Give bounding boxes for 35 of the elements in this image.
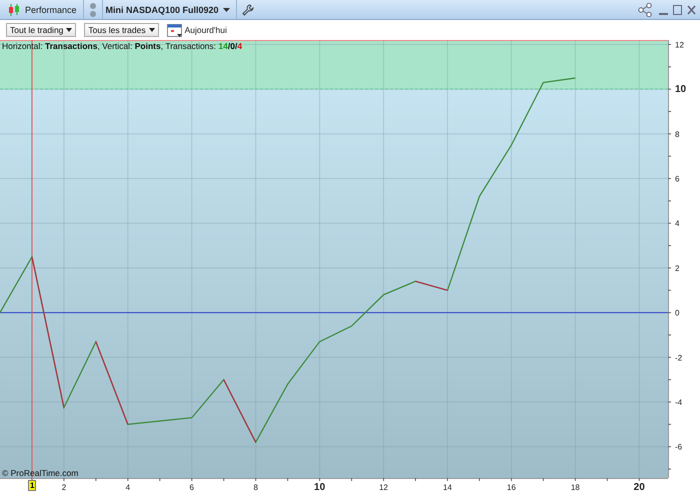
calendar-icon bbox=[166, 22, 183, 38]
title-tab[interactable]: Performance bbox=[4, 0, 84, 19]
filter-dropdown[interactable]: Tout le trading bbox=[6, 23, 76, 37]
instrument-tab[interactable]: Mini NASDAQ100 Full0920 bbox=[102, 0, 237, 19]
x-tick-label: 8 bbox=[253, 483, 258, 492]
y-tick-label: -6 bbox=[675, 442, 682, 452]
y-tick-label: 0 bbox=[675, 308, 680, 318]
today-button[interactable]: Aujourd'hui bbox=[166, 22, 227, 38]
y-tick-label: -4 bbox=[675, 398, 682, 408]
x-tick-label: 6 bbox=[190, 483, 194, 492]
y-tick-label: 4 bbox=[675, 219, 680, 228]
y-tick-label: 6 bbox=[675, 174, 680, 184]
y-tick-label: 2 bbox=[675, 264, 680, 273]
candlestick-icon bbox=[7, 2, 21, 16]
caret-icon bbox=[148, 28, 155, 32]
y-tick-label: -2 bbox=[675, 353, 682, 362]
y-tick-label: 8 bbox=[675, 130, 680, 139]
y-tick-label: 12 bbox=[675, 40, 684, 50]
x-tick-label: 10 bbox=[314, 482, 326, 492]
close-icon[interactable] bbox=[687, 4, 696, 14]
x-tick-label: 20 bbox=[634, 482, 645, 492]
share-icon[interactable] bbox=[638, 2, 654, 16]
wrench-icon[interactable] bbox=[242, 4, 254, 16]
x-tick-label: 18 bbox=[570, 483, 580, 492]
y-tick-label: 10 bbox=[675, 84, 686, 96]
x-tick-label: 16 bbox=[506, 483, 516, 492]
x-tick-label: 2 bbox=[62, 483, 66, 492]
caret-icon bbox=[66, 28, 72, 32]
x-tick-label: 12 bbox=[379, 483, 388, 492]
x-tick-label: 14 bbox=[443, 483, 452, 492]
x-tick-label: 4 bbox=[126, 483, 130, 492]
filter-dropdown[interactable]: Tous les trades bbox=[84, 23, 159, 37]
grip-icon[interactable] bbox=[88, 2, 97, 18]
caret-icon bbox=[222, 8, 230, 12]
maximize-icon[interactable] bbox=[673, 4, 682, 14]
